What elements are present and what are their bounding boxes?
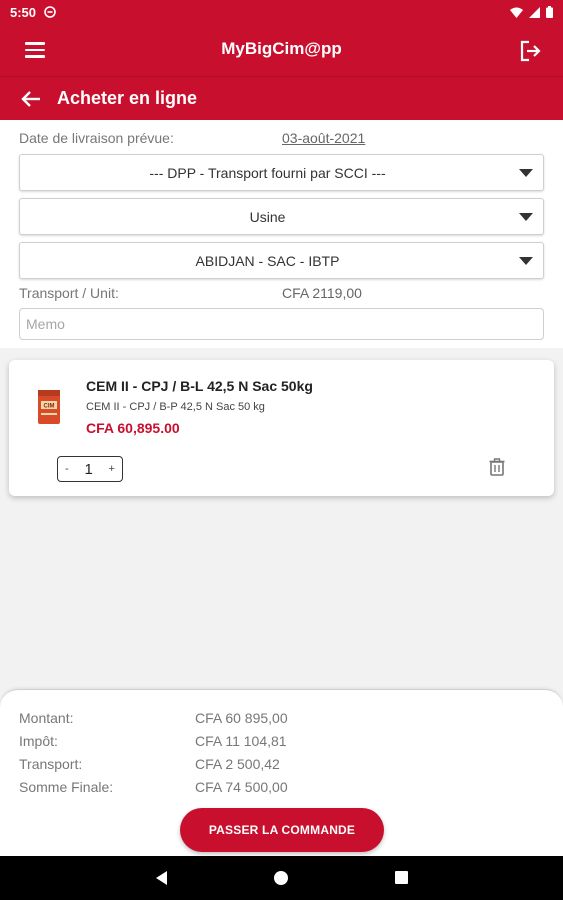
transport-unit-label: Transport / Unit: <box>19 285 119 301</box>
product-description: CEM II - CPJ / B-P 42,5 N Sac 50 kg <box>86 401 265 413</box>
impot-value: CFA 11 104,81 <box>195 733 287 749</box>
battery-icon <box>546 6 553 18</box>
transport-value: CFA 2 500,42 <box>195 756 280 772</box>
system-nav-bar <box>0 856 563 900</box>
app-title: MyBigCim@pp <box>221 39 342 58</box>
cement-bag-image: CIM <box>38 390 60 424</box>
place-order-button[interactable]: PASSER LA COMMANDE <box>180 808 384 852</box>
nav-recents-icon[interactable] <box>395 871 408 884</box>
delivery-date-value[interactable]: 03-août-2021 <box>282 130 365 146</box>
product-name: CEM II - CPJ / B-L 42,5 N Sac 50kg <box>86 378 313 394</box>
order-summary: Montant: CFA 60 895,00 Impôt: CFA 11 104… <box>0 689 563 856</box>
transport-mode-select[interactable]: --- DPP - Transport fourni par SCCI --- <box>19 154 544 191</box>
order-form: Date de livraison prévue: 03-août-2021 -… <box>0 120 563 348</box>
sub-header: Acheter en ligne <box>0 76 563 120</box>
bag-logo-text: CIM <box>44 404 55 410</box>
origin-value: Usine <box>249 209 286 225</box>
origin-select[interactable]: Usine <box>19 198 544 235</box>
logout-icon[interactable] <box>517 38 543 64</box>
transport-unit-value: CFA 2119,00 <box>282 285 362 301</box>
montant-value: CFA 60 895,00 <box>195 710 288 726</box>
page-title: Acheter en ligne <box>57 88 198 108</box>
dropdown-caret-icon <box>519 257 533 265</box>
notification-icon <box>44 6 56 18</box>
montant-label: Montant: <box>19 710 74 726</box>
increment-button[interactable]: + <box>109 463 115 475</box>
status-time: 5:50 <box>10 4 37 20</box>
transport-label: Transport: <box>19 756 83 772</box>
signal-icon <box>529 6 540 18</box>
dropdown-caret-icon <box>519 213 533 221</box>
nav-home-icon[interactable] <box>274 871 288 885</box>
memo-input[interactable] <box>19 308 544 340</box>
quantity-stepper[interactable]: - 1 + <box>57 456 123 482</box>
delivery-date-label: Date de livraison prévue: <box>19 130 174 146</box>
trash-icon[interactable] <box>489 458 505 476</box>
destination-value: ABIDJAN - SAC - IBTP <box>195 253 340 269</box>
final-sum-label: Somme Finale: <box>19 779 114 795</box>
wifi-icon <box>510 7 523 18</box>
decrement-button[interactable]: - <box>65 463 69 475</box>
back-arrow-icon[interactable] <box>20 88 42 110</box>
product-card: CIM CEM II - CPJ / B-L 42,5 N Sac 50kg C… <box>9 360 554 496</box>
quantity-value: 1 <box>84 460 93 478</box>
transport-mode-value: --- DPP - Transport fourni par SCCI --- <box>149 165 386 181</box>
final-sum-value: CFA 74 500,00 <box>195 779 288 795</box>
destination-select[interactable]: ABIDJAN - SAC - IBTP <box>19 242 544 279</box>
status-bar: 5:50 <box>0 0 563 24</box>
nav-back-icon[interactable] <box>155 871 169 885</box>
product-price: CFA 60,895.00 <box>86 420 180 436</box>
dropdown-caret-icon <box>519 169 533 177</box>
app-bar: MyBigCim@pp <box>0 24 563 76</box>
impot-label: Impôt: <box>19 733 58 749</box>
